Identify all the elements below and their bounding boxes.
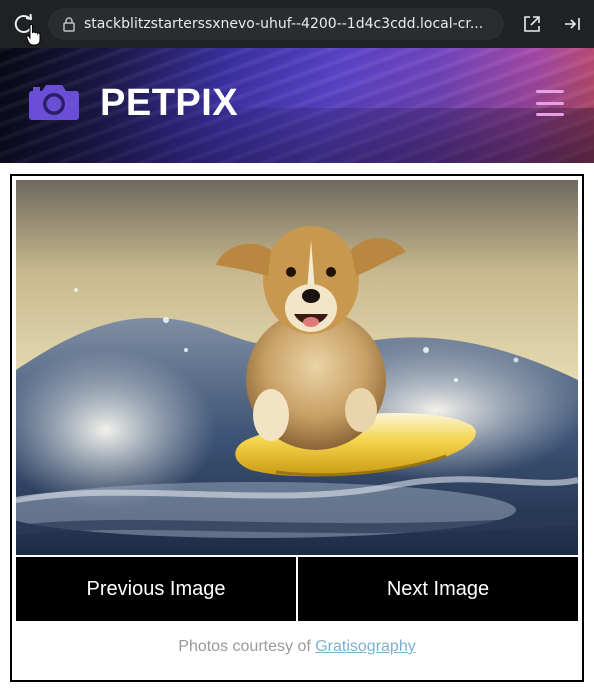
gallery-frame: Previous Image Next Image Photos courtes… [10, 174, 584, 682]
collapse-panel-button[interactable] [560, 12, 584, 36]
lock-icon [62, 16, 76, 32]
credit-prefix: Photos courtesy of [178, 638, 316, 655]
hamburger-line [536, 101, 564, 105]
brand-title[interactable]: PETPIX [100, 82, 238, 125]
gallery-navigation: Previous Image Next Image [16, 557, 578, 621]
open-external-icon [524, 16, 540, 32]
arrow-to-right-icon [565, 18, 580, 30]
site-header: PETPIX [0, 48, 594, 163]
hamburger-line [536, 113, 564, 116]
gallery-photo [16, 180, 578, 555]
gratisography-link[interactable]: Gratisography [315, 638, 416, 655]
camera-icon [29, 85, 79, 120]
hand-cursor-icon [26, 24, 41, 46]
next-image-button[interactable]: Next Image [298, 557, 578, 621]
browser-toolbar: stackblitzstarterssxnevo-uhuf--4200--1d4… [0, 0, 594, 48]
hamburger-line [536, 90, 564, 93]
url-text: stackblitzstarterssxnevo-uhuf--4200--1d4… [84, 16, 484, 32]
previous-image-button[interactable]: Previous Image [16, 557, 296, 621]
hamburger-menu-button[interactable] [536, 90, 566, 116]
photo-credit: Photos courtesy of Gratisography [12, 638, 582, 656]
address-bar[interactable]: stackblitzstarterssxnevo-uhuf--4200--1d4… [48, 8, 504, 40]
open-in-new-tab-button[interactable] [520, 12, 544, 36]
